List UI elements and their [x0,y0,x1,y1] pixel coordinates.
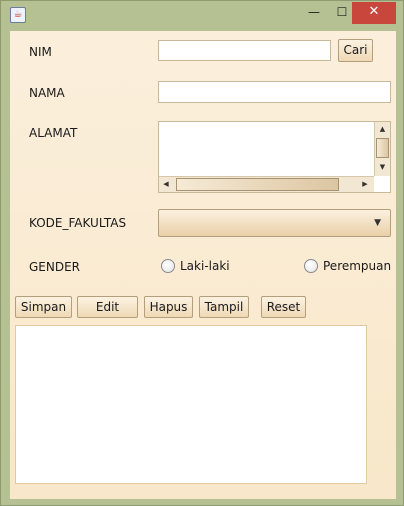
scroll-down-icon[interactable]: ▼ [375,160,390,174]
edit-button[interactable]: Edit [77,296,138,318]
kode-fakultas-label: KODE_FAKULTAS [29,216,127,230]
nama-label: NAMA [29,86,65,100]
reset-button[interactable]: Reset [261,296,306,318]
title-bar[interactable]: ☕ — ☐ ✕ [1,1,403,29]
close-button[interactable]: ✕ [352,2,396,24]
alamat-label: ALAMAT [29,126,78,140]
radio-perempuan-label: Perempuan [323,259,392,273]
java-icon: ☕ [10,7,26,23]
gender-label: GENDER [29,260,81,274]
alamat-textarea[interactable]: ▲ ▼ ◀ ▶ [158,121,391,193]
nim-label: NIM [29,45,52,59]
form-panel: NIM Cari NAMA ALAMAT ▲ ▼ ◀ ▶ KODE_FAKULT… [10,31,396,499]
radio-perempuan[interactable]: Perempuan [304,259,391,273]
kode-fakultas-dropdown[interactable]: ▼ [158,209,391,237]
cari-button[interactable]: Cari [338,39,373,62]
simpan-button[interactable]: Simpan [15,296,72,318]
scroll-left-icon[interactable]: ◀ [159,177,173,192]
chevron-down-icon: ▼ [374,218,381,228]
hapus-button[interactable]: Hapus [144,296,193,318]
scroll-up-icon[interactable]: ▲ [375,122,390,136]
vertical-scrollbar[interactable]: ▲ ▼ [374,122,390,176]
nim-input[interactable] [158,40,331,61]
scroll-thumb[interactable] [376,138,389,158]
radio-button-icon [304,259,318,273]
scroll-right-icon[interactable]: ▶ [358,177,372,192]
radio-button-icon [161,259,175,273]
nama-input[interactable] [158,81,391,103]
scroll-thumb-horizontal[interactable] [176,178,339,191]
horizontal-scrollbar[interactable]: ◀ ▶ [159,176,374,192]
minimize-button[interactable]: — [299,2,329,24]
application-window: ☕ — ☐ ✕ NIM Cari NAMA ALAMAT ▲ ▼ ◀ ▶ KOD [0,0,404,506]
radio-laki-laki-label: Laki-laki [180,259,230,273]
output-textarea[interactable] [15,325,367,484]
radio-laki-laki[interactable]: Laki-laki [161,259,230,273]
tampil-button[interactable]: Tampil [199,296,249,318]
